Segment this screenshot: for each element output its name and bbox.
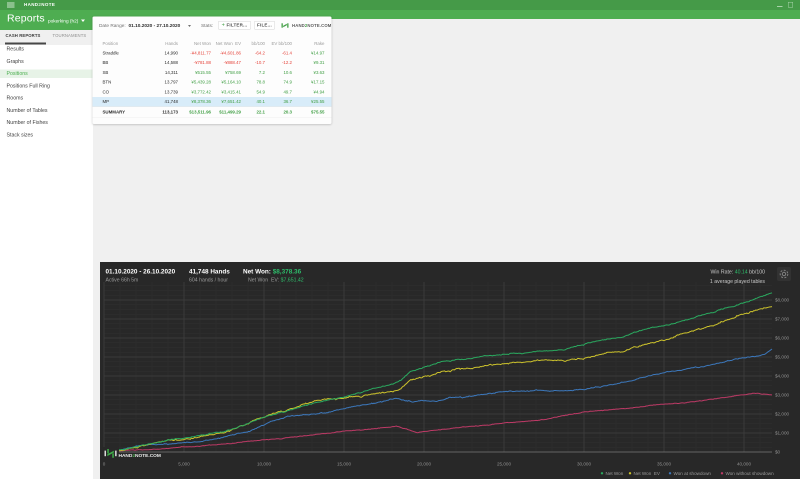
svg-text:10,000: 10,000 — [257, 462, 271, 467]
svg-text:41,748 Hands: 41,748 Hands — [189, 269, 230, 276]
svg-text:$3,000: $3,000 — [775, 393, 789, 398]
svg-text:$7,000: $7,000 — [775, 317, 789, 322]
svg-text:5,000: 5,000 — [178, 462, 190, 467]
svg-text:20,000: 20,000 — [417, 462, 431, 467]
svg-text:Win Rate: 40.14 bb/100: Win Rate: 40.14 bb/100 — [710, 270, 765, 276]
svg-text:30,000: 30,000 — [577, 462, 591, 467]
svg-text:1 average played tables: 1 average played tables — [710, 279, 765, 285]
svg-text:35,000: 35,000 — [657, 462, 671, 467]
svg-text:$5,000: $5,000 — [775, 355, 789, 360]
svg-text:Won at showdown: Won at showdown — [674, 471, 712, 476]
svg-text:$8,000: $8,000 — [775, 298, 789, 303]
svg-text:Net Won: $8,378.36: Net Won: $8,378.36 — [243, 269, 302, 276]
svg-text:$4,000: $4,000 — [775, 374, 789, 379]
svg-text:HAND2NOTE.COM: HAND2NOTE.COM — [119, 453, 161, 459]
svg-text:Net Won EV: Net Won EV — [634, 471, 661, 476]
svg-text:Active 66h 5m: Active 66h 5m — [106, 278, 139, 284]
svg-text:$2,000: $2,000 — [775, 412, 789, 417]
svg-text:01.10.2020 - 26.10.2020: 01.10.2020 - 26.10.2020 — [106, 269, 176, 276]
svg-text:25,000: 25,000 — [497, 462, 511, 467]
svg-text:$6,000: $6,000 — [775, 336, 789, 341]
svg-text:Net Won: Net Won — [606, 471, 624, 476]
svg-text:40,000: 40,000 — [737, 462, 751, 467]
svg-text:604 hands / hour: 604 hands / hour — [189, 278, 228, 284]
svg-text:Net Won EV: $7,651.42: Net Won EV: $7,651.42 — [248, 278, 304, 284]
svg-text:$0: $0 — [775, 450, 781, 455]
svg-text:Won without showdown: Won without showdown — [726, 471, 775, 476]
svg-text:15,000: 15,000 — [337, 462, 351, 467]
svg-text:0: 0 — [103, 462, 106, 467]
svg-text:$1,000: $1,000 — [775, 431, 789, 436]
